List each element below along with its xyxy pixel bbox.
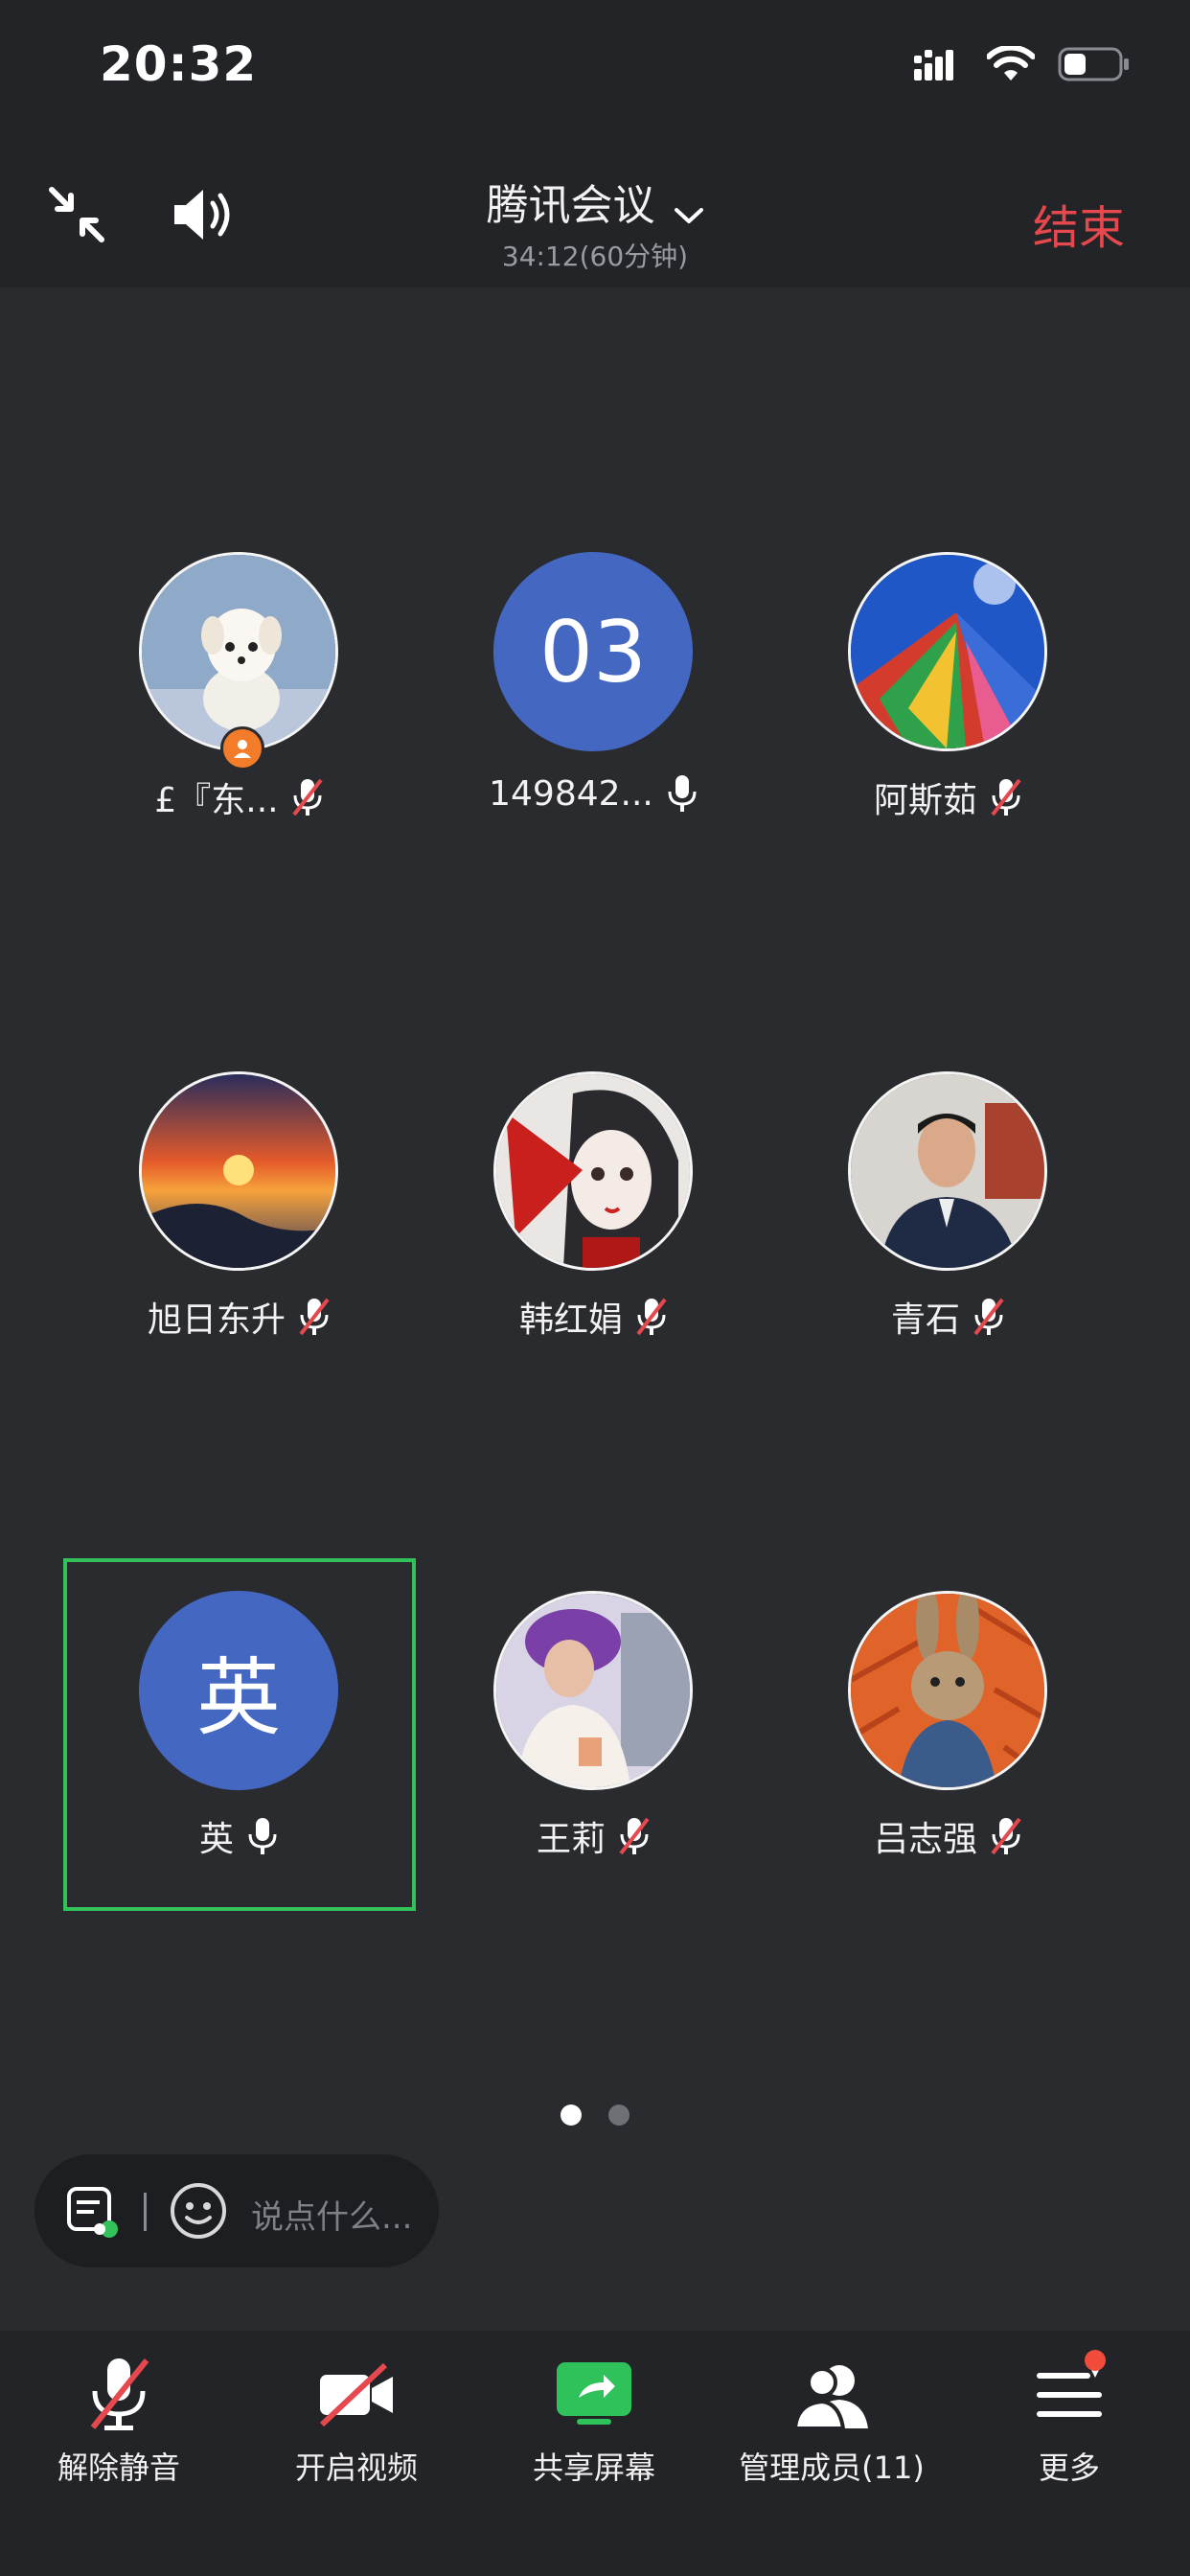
mic-icon: [248, 1818, 277, 1854]
emoji-icon[interactable]: [169, 2181, 228, 2241]
status-time: 20:32: [100, 36, 258, 92]
signal-icon: [914, 50, 953, 80]
name-row: 王莉: [418, 1811, 772, 1861]
chat-list-icon[interactable]: [63, 2183, 121, 2241]
participant-tile[interactable]: £『东...: [63, 535, 418, 880]
name-row: 韩红娟: [418, 1292, 772, 1342]
participant-name: 韩红娟: [518, 1300, 623, 1340]
avatar: [493, 1071, 693, 1271]
page-dot-active[interactable]: [561, 2104, 582, 2126]
manage-members-button[interactable]: 管理成员(11): [713, 2331, 950, 2576]
chevron-down-icon: [674, 207, 703, 223]
mic-muted-icon: [299, 1298, 330, 1336]
status-icons: [914, 40, 1131, 88]
avatar: [848, 1591, 1047, 1790]
name-row: 青石: [772, 1292, 1127, 1342]
participant-name: 英: [198, 1820, 234, 1859]
meeting-screen: 20:32 腾讯会议 34:12(60分钟) 结束 £『东... 03 1498…: [0, 0, 1190, 2576]
participant-name: 青石: [890, 1300, 960, 1340]
participant-name: 阿斯茹: [873, 781, 977, 820]
tool-icon-wrap: [546, 2352, 642, 2438]
mic-muted-icon: [90, 2358, 149, 2430]
avatar: [139, 552, 338, 751]
participant-name: 吕志强: [873, 1820, 977, 1859]
name-row: £『东...: [63, 772, 418, 822]
page-indicator: [0, 2104, 1190, 2126]
participant-tile[interactable]: 英 英: [63, 1574, 418, 1919]
name-row: 旭日东升: [63, 1292, 418, 1342]
meeting-title-button[interactable]: 腾讯会议: [0, 171, 1190, 232]
battery-icon: [1058, 47, 1129, 81]
mic-muted-icon: [991, 1817, 1021, 1855]
divider: [144, 2193, 147, 2231]
avatar: 03: [493, 552, 693, 751]
menu-icon: [1037, 2370, 1102, 2417]
unmute-button[interactable]: 解除静音: [0, 2331, 238, 2576]
bottom-toolbar: 解除静音 开启视频 共享屏幕 管理成员(11) 更多: [0, 2331, 1190, 2576]
members-icon: [792, 2365, 868, 2430]
mic-icon: [668, 775, 697, 812]
participant-tile[interactable]: 旭日东升: [63, 1054, 418, 1399]
tool-icon-wrap: [784, 2352, 880, 2438]
wifi-icon: [987, 46, 1035, 80]
participant-tile[interactable]: 阿斯茹: [772, 535, 1127, 880]
participant-name: 149842...: [489, 773, 653, 814]
mic-muted-icon: [991, 778, 1021, 816]
avatar: [139, 1071, 338, 1271]
tool-label: 管理成员(11): [739, 2450, 925, 2486]
tool-icon-wrap: [309, 2352, 404, 2438]
avatar: [848, 552, 1047, 751]
start-video-button[interactable]: 开启视频: [238, 2331, 475, 2576]
participant-tile[interactable]: 吕志强: [772, 1574, 1127, 1919]
tool-label: 解除静音: [57, 2450, 180, 2486]
participant-tile[interactable]: 王莉: [418, 1574, 772, 1919]
camera-off-icon: [319, 2362, 393, 2427]
mic-muted-icon: [636, 1298, 667, 1336]
meeting-header: 腾讯会议 34:12(60分钟) 结束: [0, 134, 1190, 288]
avatar: [848, 1071, 1047, 1271]
participant-tile[interactable]: 韩红娟: [418, 1054, 772, 1399]
more-button[interactable]: 更多: [950, 2331, 1188, 2576]
end-meeting-button[interactable]: 结束: [1033, 190, 1125, 257]
mic-muted-icon: [973, 1298, 1004, 1336]
participant-tile[interactable]: 03 149842...: [418, 535, 772, 880]
status-bar: 20:32: [0, 0, 1190, 134]
meeting-title: 腾讯会议: [486, 181, 655, 230]
meeting-duration: 34:12(60分钟): [501, 241, 689, 272]
participant-name: 王莉: [536, 1820, 606, 1859]
participant-tile[interactable]: 青石: [772, 1054, 1127, 1399]
mic-muted-icon: [292, 778, 323, 816]
name-row: 英: [63, 1811, 418, 1861]
chat-input-bar[interactable]: 说点什么...: [34, 2154, 439, 2267]
share-screen-icon: [557, 2362, 631, 2425]
page-dot[interactable]: [608, 2104, 629, 2126]
name-row: 吕志强: [772, 1811, 1127, 1861]
tool-label: 共享屏幕: [532, 2450, 655, 2486]
notification-dot: [1085, 2350, 1106, 2371]
avatar: [493, 1591, 693, 1790]
tool-label: 开启视频: [294, 2450, 418, 2486]
avatar: 英: [139, 1591, 338, 1790]
name-row: 149842...: [418, 772, 772, 815]
share-screen-button[interactable]: 共享屏幕: [475, 2331, 713, 2576]
mic-muted-icon: [619, 1817, 650, 1855]
name-row: 阿斯茹: [772, 772, 1127, 822]
chat-placeholder[interactable]: 说点什么...: [251, 2191, 412, 2238]
tool-icon-wrap: [71, 2352, 167, 2438]
host-badge-icon: [220, 726, 264, 770]
participant-name: 旭日东升: [147, 1300, 286, 1340]
tool-label: 更多: [1038, 2450, 1100, 2486]
participant-name: £『东...: [154, 781, 279, 820]
